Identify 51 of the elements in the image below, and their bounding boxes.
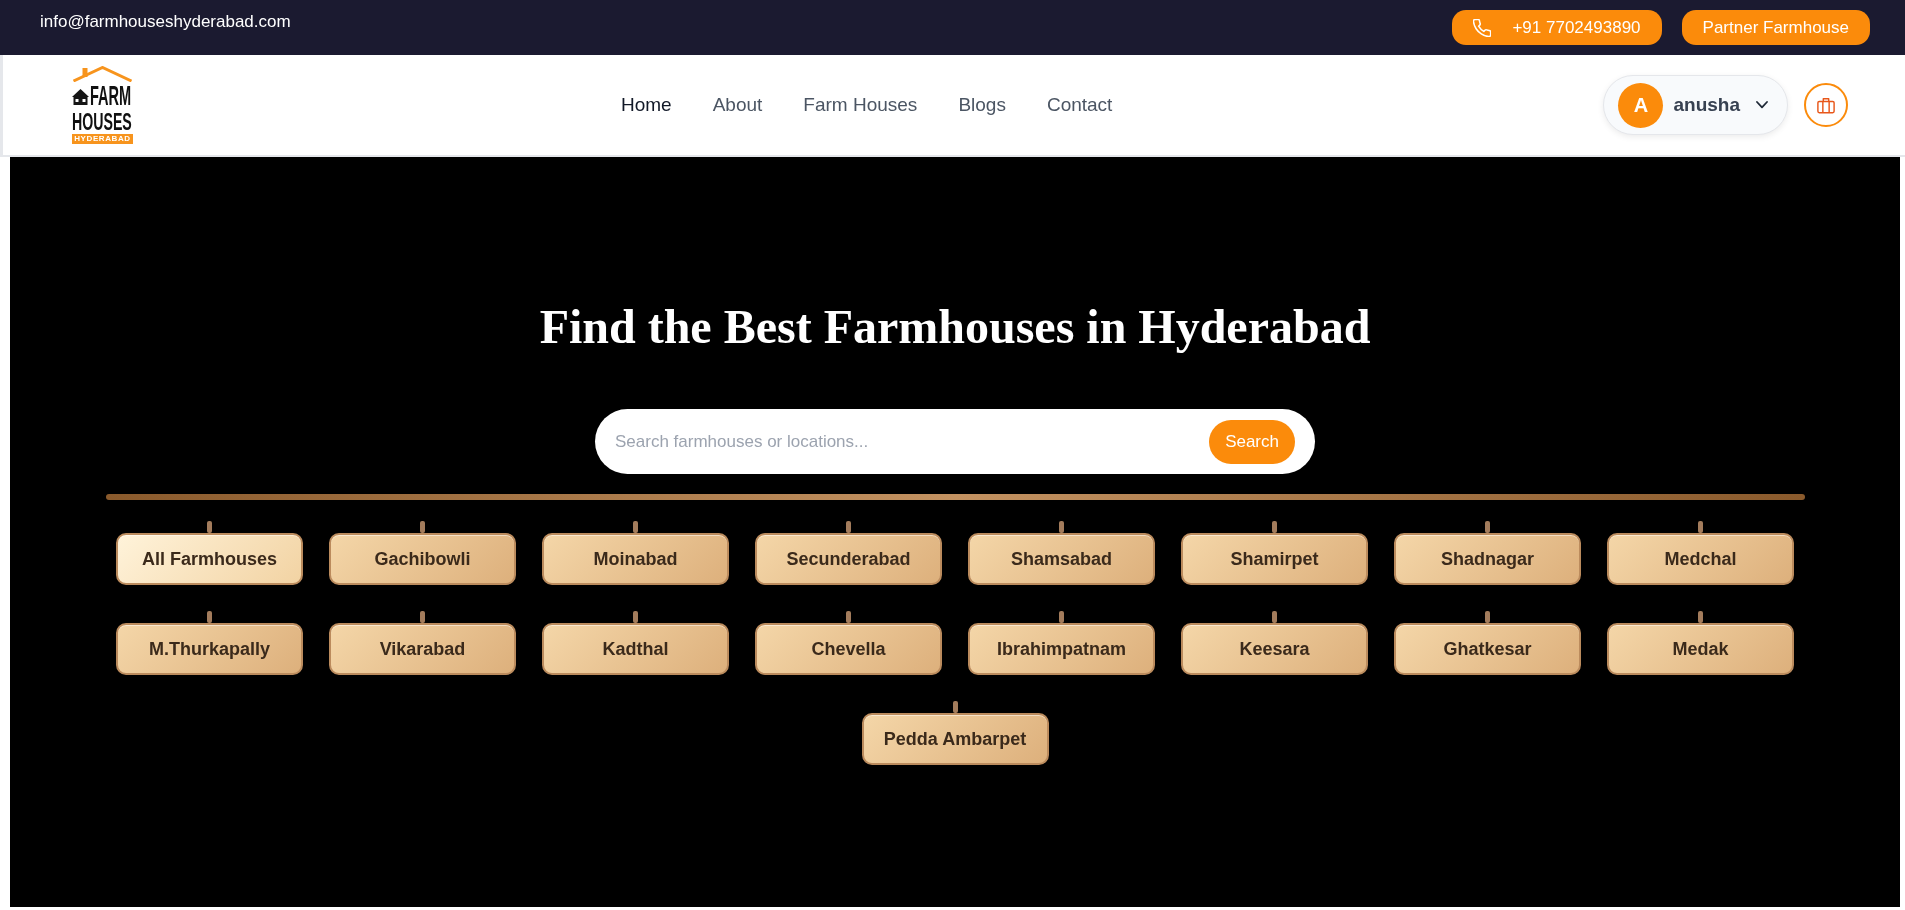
location-tag[interactable]: Medchal	[1607, 533, 1794, 585]
nav-link[interactable]: Home	[621, 94, 672, 116]
phone-icon	[1473, 18, 1492, 37]
location-tag[interactable]: Ibrahimpatnam	[968, 623, 1155, 675]
avatar: A	[1618, 82, 1664, 128]
location-tag[interactable]: Shamirpet	[1181, 533, 1368, 585]
briefcase-icon	[1817, 96, 1835, 114]
peg-icon	[846, 611, 851, 623]
peg-icon	[952, 701, 958, 713]
peg-icon	[846, 521, 851, 533]
location-tag[interactable]: Kadthal	[542, 623, 729, 675]
roof-icon	[72, 66, 133, 82]
peg-icon	[207, 611, 212, 623]
peg-icon	[633, 521, 638, 533]
location-tag[interactable]: Shadnagar	[1394, 533, 1581, 585]
nav-link[interactable]: Farm Houses	[803, 94, 918, 116]
chevron-down-icon	[1756, 101, 1768, 109]
peg-icon	[1272, 611, 1277, 623]
location-tag[interactable]: Keesara	[1181, 623, 1368, 675]
location-tag[interactable]: Moinabad	[542, 533, 729, 585]
nav-link[interactable]: Contact	[1046, 94, 1113, 116]
peg-icon	[1485, 611, 1490, 623]
peg-icon	[1059, 611, 1064, 623]
nav-link[interactable]: About	[712, 94, 763, 116]
peg-icon	[1698, 521, 1703, 533]
location-tag[interactable]: Vikarabad	[329, 623, 516, 675]
peg-icon	[1272, 521, 1277, 533]
email-text: info@farmhouseshyderabad.com	[40, 12, 291, 32]
location-tag[interactable]: Chevella	[755, 623, 942, 675]
peg-icon	[420, 521, 425, 533]
peg-icon	[1698, 611, 1703, 623]
search-input[interactable]: Search farmhouses or locations...	[615, 419, 1200, 464]
logo[interactable]: FARM HOUSES HYDERABAD	[72, 66, 133, 144]
location-tag[interactable]: Pedda Ambarpet	[861, 713, 1049, 765]
location-tag[interactable]: Gachibowli	[329, 533, 516, 585]
location-tag[interactable]: All Farmhouses	[116, 533, 303, 585]
location-tag[interactable]: Medak	[1607, 623, 1794, 675]
briefcase-button[interactable]	[1804, 83, 1848, 127]
peg-icon	[420, 611, 425, 623]
location-tag[interactable]: Shamsabad	[968, 533, 1155, 585]
peg-icon	[633, 611, 638, 623]
location-tag[interactable]: Ghatkesar	[1394, 623, 1581, 675]
peg-icon	[1485, 521, 1490, 533]
location-tag[interactable]: M.Thurkapally	[116, 623, 303, 675]
peg-icon	[207, 521, 212, 533]
house-icon	[72, 89, 89, 105]
hero-title: Find the Best Farmhouses in Hyderabad	[539, 299, 1371, 355]
location-tag[interactable]: Secunderabad	[755, 533, 942, 585]
user-menu-button[interactable]: A anusha	[1603, 75, 1788, 135]
peg-icon	[1059, 521, 1064, 533]
nav-link[interactable]: Blogs	[958, 94, 1006, 116]
